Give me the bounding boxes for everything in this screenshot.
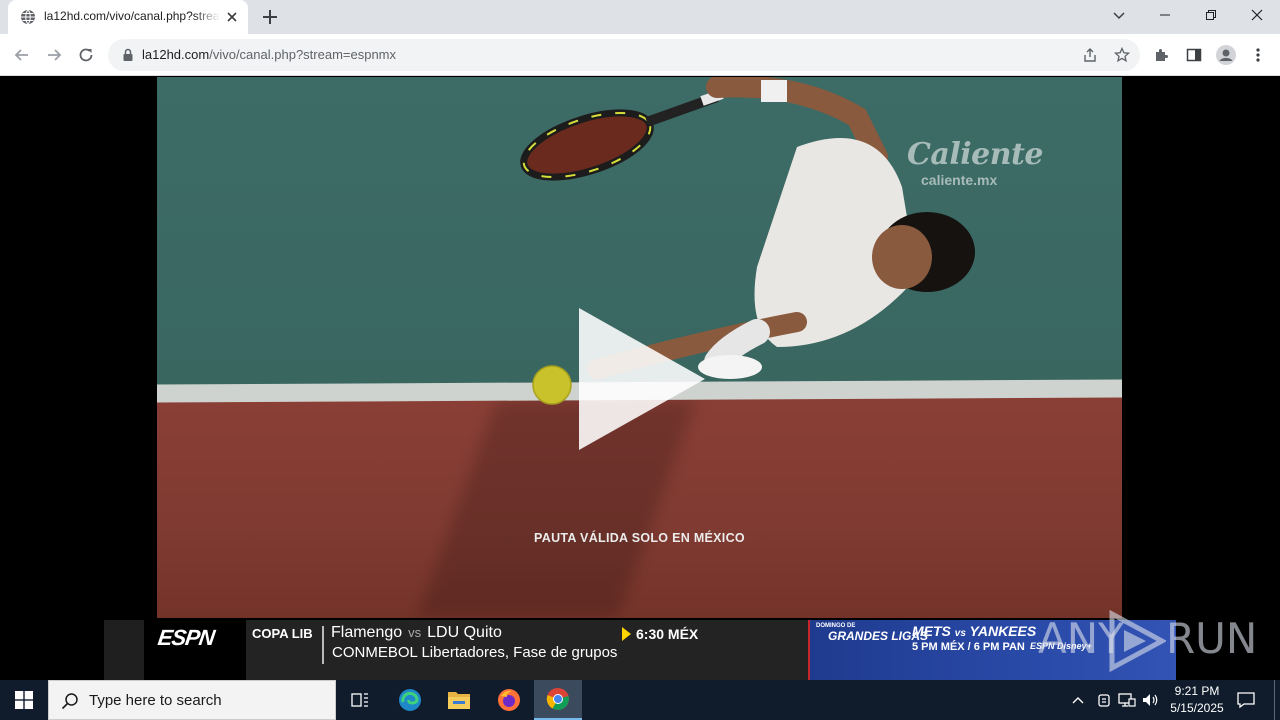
minimize-button[interactable] [1142, 0, 1188, 30]
back-button[interactable] [8, 41, 36, 69]
anyrun-play-icon [1109, 610, 1166, 672]
close-window-button[interactable] [1234, 0, 1280, 30]
browser-tab[interactable]: la12hd.com/vivo/canal.php?stream=espnmx [8, 0, 248, 34]
ticker-vs: vs [408, 625, 422, 640]
search-icon [61, 693, 78, 710]
url-text[interactable]: la12hd.com/vivo/canal.php?stream=espnmx [142, 47, 396, 62]
close-tab-icon[interactable] [224, 9, 240, 25]
star-icon [1114, 47, 1130, 63]
url-path: /vivo/canal.php?stream=espnmx [209, 47, 397, 62]
edge-taskbar-button[interactable] [386, 680, 434, 720]
play-icon[interactable] [577, 306, 707, 452]
chrome-taskbar-button[interactable] [534, 680, 582, 720]
windows-taskbar: Type here to search 9:21 PM 5/15/2025 [0, 680, 1280, 720]
volume-icon[interactable] [1140, 690, 1160, 710]
edge-icon [399, 689, 421, 711]
clock-time: 9:21 PM [1174, 684, 1220, 698]
espn-logo-panel: ESPN [144, 620, 246, 680]
chevron-up-icon[interactable] [1070, 692, 1086, 708]
team-away: LDU Quito [427, 624, 502, 641]
arrow-left-icon [14, 49, 28, 61]
tab-strip: la12hd.com/vivo/canal.php?stream=espnmx [0, 0, 1280, 34]
team-home: Flamengo [331, 624, 403, 641]
profile-button[interactable] [1212, 41, 1240, 69]
reload-button[interactable] [72, 41, 100, 69]
menu-button[interactable] [1244, 41, 1272, 69]
bookmark-button[interactable] [1110, 43, 1134, 67]
new-tab-icon[interactable] [258, 5, 282, 29]
ticker-league: COPA LIB [252, 626, 313, 641]
firefox-icon [498, 689, 520, 711]
kebab-menu-icon [1256, 48, 1260, 62]
task-view-button[interactable] [336, 680, 384, 720]
anyrun-watermark-right: RUN [1166, 614, 1258, 663]
ticker-match: Flamengo vs LDU Quito [331, 624, 502, 642]
ticker-separator [322, 626, 324, 664]
ticker-time: 6:30 MÉX [636, 626, 699, 642]
ticker-main: COPA LIB Flamengo vs LDU Quito 6:30 MÉX CO… [246, 620, 808, 680]
notification-icon[interactable] [1236, 690, 1256, 710]
address-bar[interactable]: la12hd.com/vivo/canal.php?stream=espnmx [108, 39, 1140, 71]
search-placeholder: Type here to search [89, 692, 222, 709]
chrome-icon [546, 687, 569, 710]
taskbar-search-box[interactable]: Type here to search [48, 680, 336, 720]
tab-title: la12hd.com/vivo/canal.php?stream=espnmx [44, 9, 220, 23]
globe-icon [21, 9, 35, 25]
minimize-icon [1160, 14, 1170, 16]
side-panel-icon [1186, 48, 1202, 62]
windows-logo-icon [15, 691, 33, 709]
puzzle-icon [1156, 49, 1168, 61]
tab-search-button[interactable] [1096, 0, 1142, 30]
browser-toolbar: la12hd.com/vivo/canal.php?stream=espnmx [0, 34, 1280, 76]
system-clock[interactable]: 9:21 PM 5/15/2025 [1164, 683, 1230, 717]
caliente-url: caliente.mx [921, 172, 998, 188]
forward-button[interactable] [40, 41, 68, 69]
share-button[interactable] [1078, 43, 1102, 67]
close-icon [1251, 9, 1263, 21]
side-panel-button[interactable] [1180, 41, 1208, 69]
firefox-taskbar-button[interactable] [485, 680, 533, 720]
promo-times: 5 PM MÉX / 6 PM PAN [912, 641, 1025, 653]
play-indicator-icon [622, 627, 631, 641]
show-desktop-button[interactable] [1274, 680, 1280, 720]
restore-icon [1206, 10, 1216, 20]
video-player[interactable]: Caliente caliente.mx PAUTA VÁLIDA SOLO E… [157, 77, 1122, 618]
security-tray-icon[interactable] [1094, 690, 1114, 710]
promo-match: METS vs YANKEES [912, 623, 1036, 639]
network-icon[interactable] [1117, 690, 1137, 710]
share-icon [1084, 48, 1096, 62]
avatar-icon [1216, 45, 1236, 65]
promo-team2: YANKEES [969, 623, 1037, 639]
clock-date: 5/15/2025 [1170, 701, 1224, 715]
ticker-subtitle: CONMEBOL Libertadores, Fase de grupos [332, 644, 618, 661]
file-explorer-taskbar-button[interactable] [435, 680, 483, 720]
promo-team1: METS [912, 623, 951, 639]
espn-ticker: ESPN COPA LIB Flamengo vs LDU Quito 6:30 M… [104, 620, 1176, 680]
ticker-left-panel [104, 620, 144, 680]
reload-icon [79, 48, 93, 62]
start-button[interactable] [0, 680, 48, 720]
espn-logo: ESPN [156, 625, 216, 650]
caliente-logo: Caliente [907, 137, 1043, 172]
chevron-down-icon [1113, 12, 1125, 20]
promo-vs: vs [954, 628, 966, 639]
folder-icon [448, 692, 470, 709]
restore-button[interactable] [1188, 0, 1234, 30]
arrow-right-icon [48, 49, 62, 61]
task-view-icon [351, 693, 368, 707]
url-host: la12hd.com [142, 47, 210, 62]
extensions-button[interactable] [1148, 41, 1176, 69]
page-content: Caliente caliente.mx PAUTA VÁLIDA SOLO E… [0, 77, 1280, 680]
video-disclaimer: PAUTA VÁLIDA SOLO EN MÉXICO [534, 531, 745, 545]
lock-icon[interactable] [120, 47, 136, 63]
